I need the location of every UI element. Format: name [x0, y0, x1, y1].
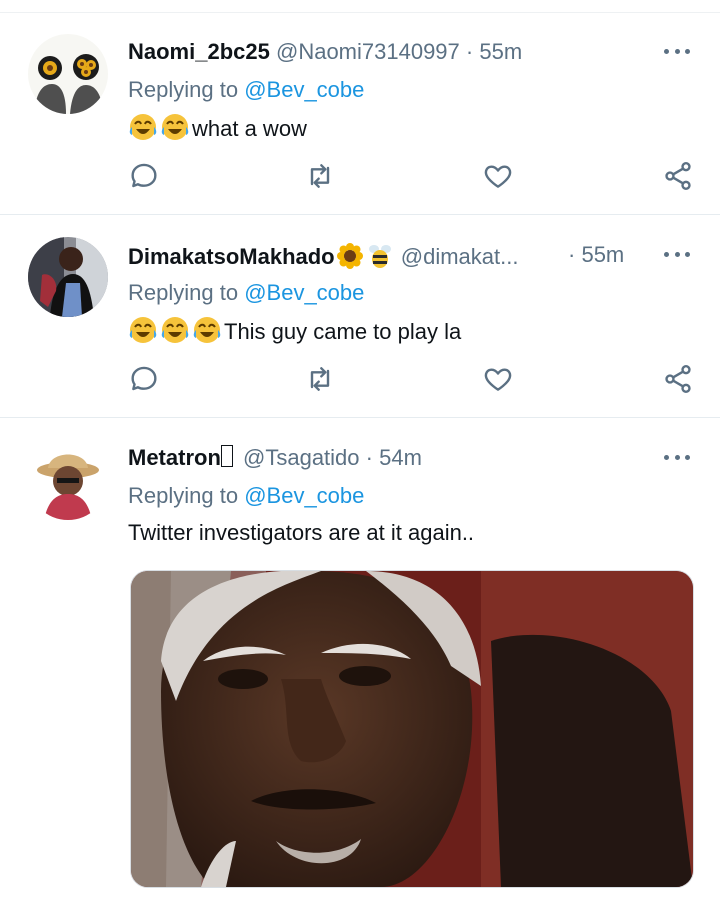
retweet-icon[interactable]	[304, 363, 340, 399]
tweet-header: DimakatsoMakhado @dimakat...	[128, 241, 518, 271]
replying-to-label: Replying to	[128, 77, 239, 102]
replying-to: Replying to @Bev_cobe	[128, 482, 364, 510]
sunflower-icon	[335, 241, 365, 271]
display-name[interactable]: Naomi_2bc25	[128, 39, 270, 64]
more-icon[interactable]	[664, 38, 690, 64]
share-icon[interactable]	[662, 363, 698, 399]
tweet-text: Twitter investigators are at it again..	[128, 518, 474, 548]
comment-icon[interactable]	[128, 363, 164, 399]
tears-of-joy-icon	[128, 315, 158, 345]
tweet-header: Metatron @Tsagatido · 54m	[128, 444, 422, 472]
separator-dot: ·	[465, 39, 474, 64]
tweet-text: what a wow	[128, 112, 307, 144]
avatar[interactable]	[28, 34, 108, 114]
replying-to-label: Replying to	[128, 280, 239, 305]
heart-icon[interactable]	[482, 160, 518, 196]
replying-to-link[interactable]: @Bev_cobe	[244, 77, 364, 102]
tweet-card[interactable]: Naomi_2bc25 @Naomi73140997 · 55m Replyin…	[0, 12, 720, 215]
replying-to-link[interactable]: @Bev_cobe	[244, 483, 364, 508]
tweet-actions	[128, 363, 694, 399]
avatar[interactable]	[28, 237, 108, 317]
bee-icon	[365, 241, 395, 271]
timestamp[interactable]: 55m	[479, 39, 522, 64]
more-icon[interactable]	[664, 444, 690, 470]
display-name[interactable]: Metatron	[128, 445, 221, 470]
tweet-header: Naomi_2bc25 @Naomi73140997 · 55m	[128, 38, 522, 66]
timestamp[interactable]: 54m	[379, 445, 422, 470]
tweet-actions	[128, 160, 694, 196]
separator-dot: ·	[365, 445, 373, 470]
heart-icon[interactable]	[482, 363, 518, 399]
tweet-text-content: This guy came to play la	[224, 319, 462, 344]
tweet-photo[interactable]	[130, 570, 694, 888]
tweet-text-content: Twitter investigators are at it again..	[128, 520, 475, 545]
replying-to-label: Replying to	[128, 483, 239, 508]
user-handle[interactable]: @Tsagatido	[243, 445, 360, 470]
user-handle[interactable]: @dimakat...	[401, 244, 519, 269]
display-name[interactable]: DimakatsoMakhado	[128, 244, 335, 269]
replying-to-link[interactable]: @Bev_cobe	[244, 280, 364, 305]
share-icon[interactable]	[662, 160, 698, 196]
tweet-text-content: what a wow	[192, 116, 307, 141]
replying-to: Replying to @Bev_cobe	[128, 279, 364, 307]
tears-of-joy-icon	[192, 315, 222, 345]
retweet-icon[interactable]	[304, 160, 340, 196]
tweet-card[interactable]: DimakatsoMakhado @dimakat... · 55m Reply…	[0, 215, 720, 418]
comment-icon[interactable]	[128, 160, 164, 196]
tears-of-joy-icon	[160, 112, 190, 142]
tweet-text: This guy came to play la	[128, 315, 461, 347]
separator-dot: ·	[568, 242, 576, 267]
tears-of-joy-icon	[160, 315, 190, 345]
name-glyph-icon	[220, 445, 233, 467]
tears-of-joy-icon	[128, 112, 158, 142]
timestamp[interactable]: 55m	[581, 242, 624, 267]
more-icon[interactable]	[664, 241, 690, 267]
user-handle[interactable]: @Naomi73140997	[276, 39, 460, 64]
replying-to: Replying to @Bev_cobe	[128, 76, 364, 104]
avatar[interactable]	[28, 440, 108, 520]
tweet-time-group: · 55m	[568, 241, 624, 269]
